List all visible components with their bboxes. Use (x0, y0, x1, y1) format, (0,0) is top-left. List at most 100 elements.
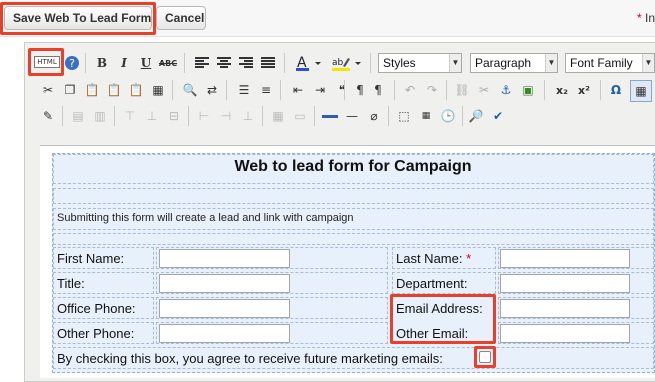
title-input[interactable] (159, 274, 290, 293)
other-phone-label: Other Phone: (57, 326, 135, 341)
strikethrough-icon[interactable]: ABC (158, 53, 178, 73)
last-name-input[interactable] (500, 249, 630, 268)
toolbar-separator (600, 80, 601, 100)
cell-props-icon[interactable]: ▥ (90, 106, 110, 126)
align-right-icon[interactable] (236, 53, 256, 73)
last-name-label: Last Name: * (396, 251, 472, 266)
spellcheck-icon[interactable]: ✔ (488, 106, 508, 126)
email-address-label: Email Address: (396, 301, 483, 316)
paste-word-icon[interactable]: 📋 (126, 80, 146, 100)
office-phone-input[interactable] (159, 299, 290, 318)
toolbar-separator (188, 106, 189, 126)
toolbar-separator (226, 80, 227, 100)
office-phone-label: Office Phone: (57, 301, 136, 316)
justify-icon[interactable] (258, 53, 278, 73)
highlight-color-icon[interactable]: ab (330, 53, 364, 73)
bullet-list-icon[interactable]: ☰ (234, 80, 254, 100)
unlink-icon[interactable]: ✂ (474, 80, 494, 100)
numbered-list-icon[interactable]: ≡ (256, 80, 276, 100)
required-star: * (466, 251, 472, 266)
split-cells-icon[interactable]: ▦ (268, 106, 288, 126)
other-email-label: Other Email: (396, 326, 469, 341)
email-address-input[interactable] (500, 299, 630, 318)
visual-aid-icon[interactable]: ⬚ (394, 106, 414, 126)
undo-icon[interactable]: ↶ (400, 80, 420, 100)
spacer-row (53, 233, 654, 245)
indent-icon[interactable]: ⇥ (310, 80, 330, 100)
superscript-icon[interactable]: x² (574, 80, 594, 100)
other-phone-input[interactable] (159, 324, 290, 343)
form-title: Web to lead form for Campaign (234, 158, 472, 175)
other-email-input[interactable] (500, 324, 630, 343)
toolbar-separator (394, 80, 395, 100)
link-icon[interactable]: ⛓ (452, 80, 472, 100)
help-icon[interactable]: ? (62, 53, 82, 73)
rtl-icon[interactable]: ¶ (368, 80, 388, 100)
toolbar-separator (446, 80, 447, 100)
find-icon[interactable]: 🔍 (180, 80, 200, 100)
toolbar-separator (184, 53, 185, 73)
delete-col-icon[interactable]: ⊥ (238, 106, 258, 126)
toolbar-separator (62, 106, 63, 126)
insert-date-icon[interactable]: ▦ (416, 106, 436, 126)
redo-icon[interactable]: ↷ (422, 80, 442, 100)
toolbar-separator (114, 106, 115, 126)
table-icon[interactable]: ▦ (630, 80, 652, 102)
row-props-icon[interactable]: ▤ (68, 106, 88, 126)
row-before-icon[interactable]: ⊤ (120, 106, 140, 126)
blockquote-icon[interactable]: ❝ (332, 80, 352, 100)
preview-icon[interactable]: 🔎 (466, 106, 486, 126)
department-input[interactable] (500, 274, 630, 293)
first-name-input[interactable] (159, 249, 290, 268)
cut-icon[interactable]: ✂ (38, 80, 58, 100)
text-color-icon[interactable]: A (294, 53, 324, 73)
replace-icon[interactable]: ⇄ (202, 80, 222, 100)
outdent-icon[interactable]: ⇤ (288, 80, 308, 100)
toolbar-separator (280, 80, 281, 100)
title-label: Title: (57, 276, 85, 291)
line-icon[interactable]: — (342, 106, 362, 126)
paste-icon[interactable]: 📋 (82, 80, 102, 100)
toolbar-separator (284, 53, 285, 73)
required-indicator: * In (637, 11, 655, 25)
toolbar-separator (85, 53, 86, 73)
svg-text:?: ? (69, 57, 75, 70)
html-source-button[interactable]: HTML (34, 52, 60, 72)
insert-time-icon[interactable]: 🕒 (438, 106, 458, 126)
required-star: * (636, 11, 642, 25)
align-center-icon[interactable] (214, 53, 234, 73)
bold-icon[interactable]: B (92, 53, 112, 73)
cancel-button[interactable]: Cancel (156, 6, 206, 30)
select-all-icon[interactable]: ▦ (148, 80, 168, 100)
save-web-to-lead-form-button[interactable]: Save Web To Lead Form (4, 6, 152, 30)
row-after-icon[interactable]: ⊥ (142, 106, 162, 126)
anchor-icon[interactable]: ⚓ (496, 80, 516, 100)
italic-icon[interactable]: I (114, 53, 134, 73)
toolbar-separator (314, 106, 315, 126)
toolbar-separator (344, 80, 345, 100)
toolbar-separator (462, 106, 463, 126)
toolbar-separator (262, 106, 263, 126)
remove-format-icon[interactable]: ⌀ (364, 106, 384, 126)
opt-in-checkbox[interactable] (479, 351, 491, 363)
copy-icon[interactable]: ❐ (60, 80, 80, 100)
edit-css-icon[interactable]: ✎ (38, 106, 58, 126)
toolbar-separator (544, 80, 545, 100)
col-after-icon[interactable]: ⊣ (216, 106, 236, 126)
col-before-icon[interactable]: ⊢ (194, 106, 214, 126)
underline-icon[interactable]: U (136, 53, 156, 73)
image-icon[interactable]: ▣ (518, 80, 538, 100)
delete-row-icon[interactable]: ⊟ (164, 106, 184, 126)
paragraph-select[interactable]: Paragraph ▼ (470, 53, 558, 73)
font-family-select[interactable]: Font Family ▼ (565, 53, 655, 73)
toolbar-separator (388, 106, 389, 126)
paste-text-icon[interactable]: 📋 (104, 80, 124, 100)
horizontal-rule-icon[interactable] (320, 106, 340, 126)
chevron-down-icon: ▼ (642, 54, 654, 72)
styles-select[interactable]: Styles ▼ (378, 53, 462, 73)
subscript-icon[interactable]: x₂ (552, 80, 572, 100)
ltr-icon[interactable]: ¶ (350, 80, 370, 100)
align-left-icon[interactable] (192, 53, 212, 73)
special-char-icon[interactable]: Ω (606, 80, 626, 100)
merge-cells-icon[interactable]: ▭ (290, 106, 310, 126)
